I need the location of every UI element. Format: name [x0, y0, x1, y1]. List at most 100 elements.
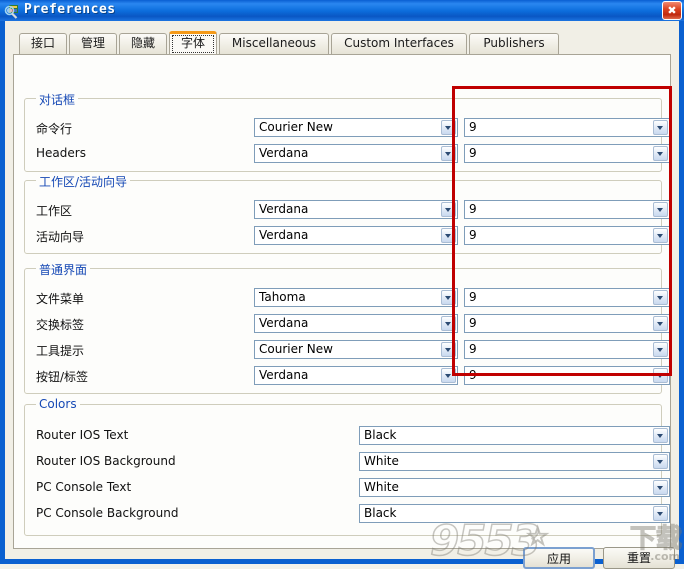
combo-value: Black: [364, 506, 396, 521]
font-family-select[interactable]: Courier New: [254, 118, 458, 137]
apply-button[interactable]: 应用: [523, 547, 595, 569]
combo-value: 9: [469, 146, 477, 161]
combo-value: Courier New: [259, 342, 333, 357]
tab-0[interactable]: 接口: [19, 33, 67, 54]
tab-label: 接口: [31, 36, 55, 50]
chevron-down-icon[interactable]: [653, 368, 668, 383]
combo-value: Verdana: [259, 368, 308, 383]
font-family-select[interactable]: Verdana: [254, 314, 458, 333]
color-select[interactable]: Black: [359, 504, 670, 523]
group-title: Colors: [36, 397, 80, 411]
chevron-down-icon[interactable]: [653, 228, 668, 243]
group-title: 普通界面: [36, 261, 90, 278]
magnifier-icon: [4, 3, 20, 19]
combo-value: Verdana: [259, 228, 308, 243]
chevron-down-icon[interactable]: [441, 368, 456, 383]
font-size-select[interactable]: 9: [464, 340, 670, 359]
color-row-label: Router IOS Text: [36, 428, 128, 442]
font-size-select[interactable]: 9: [464, 226, 670, 245]
font-row-label: 活动向导: [36, 228, 84, 245]
chevron-down-icon[interactable]: [441, 342, 456, 357]
font-size-select[interactable]: 9: [464, 118, 670, 137]
font-family-select[interactable]: Tahoma: [254, 288, 458, 307]
combo-value: Courier New: [259, 120, 333, 135]
chevron-down-icon[interactable]: [653, 120, 668, 135]
combo-value: 9: [469, 120, 477, 135]
color-row-label: PC Console Text: [36, 480, 131, 494]
chevron-down-icon[interactable]: [653, 316, 668, 331]
combo-value: White: [364, 480, 399, 495]
font-family-select[interactable]: Courier New: [254, 340, 458, 359]
combo-value: Verdana: [259, 146, 308, 161]
tab-label: Custom Interfaces: [344, 36, 454, 50]
chevron-down-icon[interactable]: [653, 290, 668, 305]
reset-button[interactable]: 重置: [603, 547, 675, 569]
group-title: 工作区/活动向导: [36, 173, 130, 190]
close-icon[interactable]: ✖: [662, 1, 682, 20]
tab-5[interactable]: Custom Interfaces: [331, 33, 467, 54]
chevron-down-icon[interactable]: [653, 480, 668, 495]
font-size-select[interactable]: 9: [464, 288, 670, 307]
font-row-label: 文件菜单: [36, 290, 84, 307]
combo-value: 9: [469, 290, 477, 305]
chevron-down-icon[interactable]: [441, 120, 456, 135]
tab-strip: 接口管理隐藏 字体 Miscellaneous Custom Interfaces Pu…: [5, 33, 679, 55]
color-select[interactable]: White: [359, 478, 670, 497]
chevron-down-icon[interactable]: [653, 428, 668, 443]
combo-value: Verdana: [259, 202, 308, 217]
chevron-down-icon[interactable]: [441, 202, 456, 217]
tab-1[interactable]: 管理: [69, 33, 117, 54]
tab-label: Publishers: [483, 36, 544, 50]
combo-value: 9: [469, 368, 477, 383]
chevron-down-icon[interactable]: [441, 290, 456, 305]
tab-label: 隐藏: [131, 36, 155, 50]
font-row-label: 按钮/标签: [36, 368, 88, 385]
color-row-label: PC Console Background: [36, 506, 178, 520]
color-select[interactable]: Black: [359, 426, 670, 445]
tab-6[interactable]: Publishers: [469, 33, 559, 54]
chevron-down-icon[interactable]: [441, 146, 456, 161]
client-area: 接口管理隐藏 字体 Miscellaneous Custom Interfaces Pu…: [5, 21, 679, 559]
color-row-label: Router IOS Background: [36, 454, 176, 468]
font-row-label: 工作区: [36, 202, 72, 219]
font-family-select[interactable]: Verdana: [254, 366, 458, 385]
combo-value: 9: [469, 316, 477, 331]
chevron-down-icon[interactable]: [653, 202, 668, 217]
chevron-down-icon[interactable]: [653, 506, 668, 521]
window-title: Preferences: [24, 2, 116, 17]
chevron-down-icon[interactable]: [441, 228, 456, 243]
tab-2[interactable]: 隐藏: [119, 33, 167, 54]
color-select[interactable]: White: [359, 452, 670, 471]
tab-4[interactable]: Miscellaneous: [219, 33, 329, 54]
tab-page-fonts: 对话框命令行 Courier New 9 Headers Verdana 9 工作区/活动向…: [13, 54, 671, 549]
font-row-label: 工具提示: [36, 342, 84, 359]
font-family-select[interactable]: Verdana: [254, 144, 458, 163]
tab-label: Miscellaneous: [232, 36, 316, 50]
font-size-select[interactable]: 9: [464, 366, 670, 385]
tab-3[interactable]: 字体: [169, 31, 217, 54]
font-size-select[interactable]: 9: [464, 314, 670, 333]
title-bar: Preferences ✖: [0, 0, 684, 21]
tab-label: 字体: [181, 36, 205, 50]
font-size-select[interactable]: 9: [464, 144, 670, 163]
chevron-down-icon[interactable]: [441, 316, 456, 331]
font-family-select[interactable]: Verdana: [254, 200, 458, 219]
chevron-down-icon[interactable]: [653, 146, 668, 161]
font-size-select[interactable]: 9: [464, 200, 670, 219]
font-row-label: 交换标签: [36, 316, 84, 333]
combo-value: White: [364, 454, 399, 469]
combo-value: 9: [469, 342, 477, 357]
combo-value: Black: [364, 428, 396, 443]
combo-value: 9: [469, 202, 477, 217]
combo-value: Verdana: [259, 316, 308, 331]
dialog-body: 接口管理隐藏 字体 Miscellaneous Custom Interfaces Pu…: [5, 21, 679, 559]
chevron-down-icon[interactable]: [653, 454, 668, 469]
preferences-window: Preferences ✖ 接口管理隐藏 字体 Miscellaneous Custo…: [0, 0, 684, 564]
group-title: 对话框: [36, 91, 78, 108]
combo-value: Tahoma: [259, 290, 306, 305]
font-family-select[interactable]: Verdana: [254, 226, 458, 245]
combo-value: 9: [469, 228, 477, 243]
font-row-label: 命令行: [36, 120, 72, 137]
font-row-label: Headers: [36, 146, 86, 160]
chevron-down-icon[interactable]: [653, 342, 668, 357]
